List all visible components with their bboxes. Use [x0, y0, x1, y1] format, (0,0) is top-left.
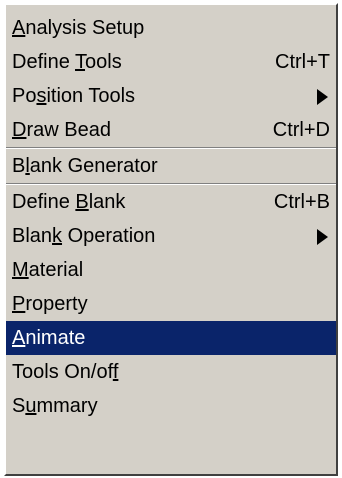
- menu-item-label: Tools On/off: [12, 361, 119, 383]
- menu-item-analysis-setup[interactable]: Analysis Setup: [6, 11, 336, 45]
- menu-item-label: Summary: [12, 395, 98, 417]
- menu-item-label: Property: [12, 293, 88, 315]
- menu-item-label: Position Tools: [12, 85, 136, 107]
- triangle-right-icon: [317, 89, 328, 105]
- menu-item-label: Blank Generator: [12, 155, 158, 177]
- menu-item-tools-on-off[interactable]: Tools On/off: [6, 355, 336, 389]
- menu-item-label: Define Blank: [12, 191, 126, 213]
- menu-item-define-tools[interactable]: Define Tools Ctrl+T: [6, 45, 336, 79]
- context-menu: Analysis Setup Define Tools Ctrl+T Position…: [4, 3, 338, 476]
- triangle-right-icon: [317, 229, 328, 245]
- menu-item-material[interactable]: Material: [6, 253, 336, 287]
- menu-item-summary[interactable]: Summary: [6, 389, 336, 423]
- menu-item-draw-bead[interactable]: Draw Bead Ctrl+D: [6, 113, 336, 147]
- menu-item-shortcut: Ctrl+D: [272, 119, 330, 141]
- menu-item-define-blank[interactable]: Define Blank Ctrl+B: [6, 185, 336, 219]
- menu-item-label: Define Tools: [12, 51, 122, 73]
- menu-item-label: Animate: [12, 327, 86, 349]
- menu-item-property[interactable]: Property: [6, 287, 336, 321]
- menu-item-animate[interactable]: Animate: [6, 321, 336, 355]
- menu-item-label: Draw Bead: [12, 119, 111, 141]
- menu-item-label: Blank Operation: [12, 225, 156, 247]
- menu-item-shortcut: Ctrl+B: [273, 191, 330, 213]
- menu-item-blank-generator[interactable]: Blank Generator: [6, 149, 336, 183]
- menu-item-label: Analysis Setup: [12, 17, 145, 39]
- menu-item-position-tools[interactable]: Position Tools: [6, 79, 336, 113]
- menu-item-label: Material: [12, 259, 84, 281]
- menu-item-blank-operation[interactable]: Blank Operation: [6, 219, 336, 253]
- menu-item-shortcut: Ctrl+T: [275, 51, 330, 73]
